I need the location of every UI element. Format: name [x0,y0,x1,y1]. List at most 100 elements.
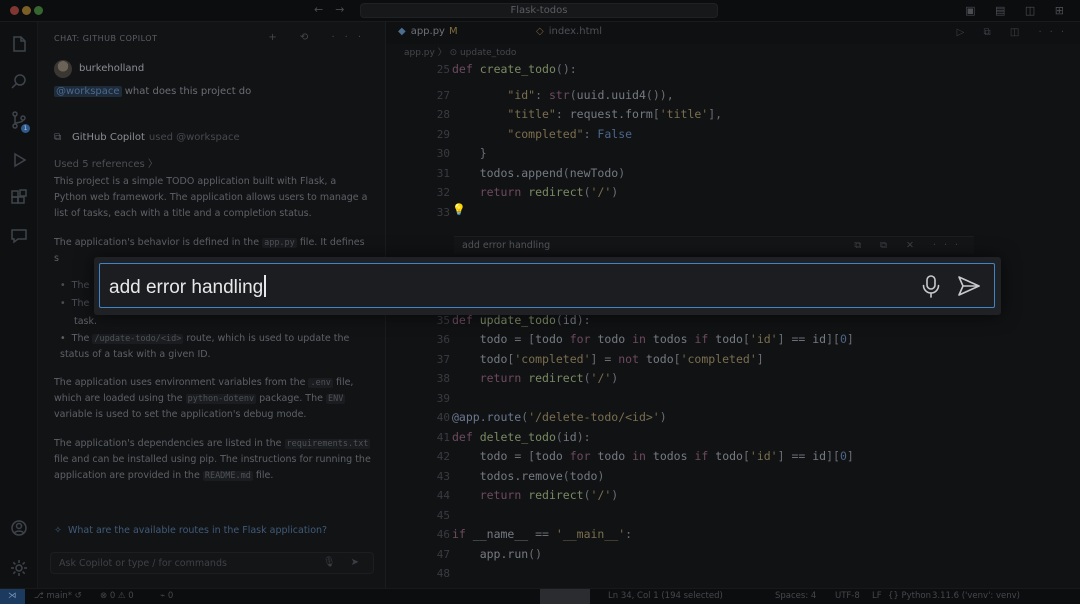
code-line[interactable]: } [452,146,487,160]
code-line[interactable]: todo = [todo for todo in todos if todo['… [452,449,854,463]
response-paragraph-3: The application uses environment variabl… [54,377,354,420]
used-references-toggle[interactable]: Used 5 references 〉 [54,155,158,170]
code-line[interactable]: "id": str(uuid.uuid4()), [452,88,673,102]
editor-tabs: ◆ app.py M ◇ index.html ▷ ⧉ ◫ ··· [386,22,1080,44]
code-line[interactable]: @app.route('/delete-todo/<id>') [452,410,667,424]
ports-status[interactable]: ⌁ 0 [160,591,173,601]
tab-index-html[interactable]: ◇ index.html [536,26,602,37]
html-file-icon: ◇ [536,26,544,37]
close-window-button[interactable] [10,6,19,15]
python-interpreter[interactable]: 3.11.6 ('venv': venv) [932,591,1020,601]
code-line[interactable]: if __name__ == '__main__': [452,527,632,541]
minimize-window-button[interactable] [22,6,31,15]
line-number: 28 [436,108,450,121]
code-line[interactable]: def create_todo(): [452,62,577,76]
chat-icon[interactable] [9,226,29,246]
cursor-position[interactable]: Ln 34, Col 1 (194 selected) [608,591,723,601]
zoom-window-button[interactable] [34,6,43,15]
inline-chat-input-text[interactable]: add error handling [109,275,266,299]
followup-suggestion[interactable]: ✧ What are the available routes in the F… [54,525,327,536]
copilot-response-header: ⧉ GitHub Copilot used @workspace [54,132,240,143]
copilot-icon: ⧉ [54,132,62,143]
line-number: 32 [436,186,450,199]
inline-chat-actions[interactable]: ⧉ ⧉ ✕ ··· [854,240,966,251]
status-center-indicator[interactable] [540,589,590,604]
remote-indicator[interactable]: ⋊ [0,589,25,604]
nav-arrows[interactable]: ←→ [314,3,356,16]
code-line[interactable]: return redirect('/') [452,371,619,385]
code-line[interactable]: todo = [todo for todo in todos if todo['… [452,332,854,346]
line-number: 48 [436,567,450,580]
chat-panel-title: CHAT: GITHUB COPILOT [54,34,158,43]
code-line[interactable]: return redirect('/') [452,185,619,199]
line-number: 25 [436,63,450,76]
user-message: @workspace what does this project do [54,86,251,97]
workspace-mention: @workspace [54,86,122,97]
language-mode[interactable]: {} Python [888,591,931,601]
code-line[interactable]: todo['completed'] = not todo['completed'… [452,352,764,366]
line-number: 46 [436,528,450,541]
lightbulb-icon[interactable]: 💡 [452,203,466,216]
line-number: 45 [436,509,450,522]
search-icon[interactable] [9,72,29,92]
line-number: 44 [436,489,450,502]
line-number: 38 [436,372,450,385]
line-number: 40 [436,411,450,424]
response-paragraph-4: The application's dependencies are liste… [54,438,371,481]
settings-gear-icon[interactable] [9,558,29,578]
send-icon[interactable] [956,273,982,299]
bullet-1: • The [60,280,90,291]
code-line[interactable]: todos.remove(todo) [452,469,605,483]
explorer-icon[interactable] [9,34,29,54]
line-number: 30 [436,147,450,160]
layout-icons[interactable]: ▣ ▤ ◫ ⊞ [965,4,1072,17]
code-line[interactable]: app.run() [452,547,542,561]
python-file-icon: ◆ [398,26,406,37]
chat-username: burkeholland [79,63,145,74]
chat-input-actions[interactable]: 🎙 ➤ [323,557,365,568]
bullet-2: • The [60,298,90,309]
user-message-text: what does this project do [121,86,252,97]
line-number: 43 [436,470,450,483]
problems-status[interactable]: ⊗ 0 ⚠ 0 [100,591,134,601]
editor-actions[interactable]: ▷ ⧉ ◫ ··· [957,27,1072,38]
eol-status[interactable]: LF [872,591,882,601]
encoding-status[interactable]: UTF-8 [835,591,860,601]
title-bar: ←→ Flask-todos ▣ ▤ ◫ ⊞ [0,0,1080,22]
microphone-icon[interactable] [918,273,944,299]
code-line[interactable]: "completed": False [452,127,632,141]
indentation-status[interactable]: Spaces: 4 [775,591,816,601]
extensions-icon[interactable] [9,188,29,208]
line-number: 27 [436,89,450,102]
command-center-search[interactable]: Flask-todos [360,3,718,18]
line-number: 47 [436,548,450,561]
chat-input[interactable]: Ask Copilot or type / for commands 🎙 ➤ [50,552,374,574]
breadcrumb[interactable]: app.py 〉 ⊙ update_todo [404,45,516,58]
bullet-3: • The /update-todo/<id> route, which is … [60,333,350,360]
copilot-name: GitHub Copilot [72,132,145,143]
line-number: 41 [436,431,450,444]
run-debug-icon[interactable] [9,150,29,170]
source-control-badge: 1 [21,124,30,133]
user-avatar [54,60,72,78]
line-number: 37 [436,353,450,366]
code-line[interactable]: "title": request.form['title'], [452,107,722,121]
accounts-icon[interactable] [9,518,29,538]
branch-status[interactable]: ⎇ main* ↺ [34,591,82,601]
tab-app-py[interactable]: ◆ app.py M [398,26,458,37]
status-bar: ⋊ ⎇ main* ↺ ⊗ 0 ⚠ 0 ⌁ 0 Ln 34, Col 1 (19… [0,588,1080,604]
inline-chat-header: add error handling ⧉ ⧉ ✕ ··· [454,236,974,254]
activity-bar: 1 [0,22,38,588]
code-line[interactable]: def delete_todo(id): [452,430,591,444]
code-line[interactable]: todos.append(newTodo) [452,166,625,180]
code-line[interactable]: def update_todo(id): [452,313,591,327]
chat-header-actions[interactable]: + ⟲ ··· [268,32,371,43]
text-caret [264,275,266,297]
line-number: 33 [436,206,450,219]
inline-chat-input[interactable]: add error handling [99,263,995,308]
bullet-2-tail: task. [74,316,98,327]
line-number: 29 [436,128,450,141]
code-line[interactable]: return redirect('/') [452,488,619,502]
line-number: 36 [436,333,450,346]
line-number: 42 [436,450,450,463]
